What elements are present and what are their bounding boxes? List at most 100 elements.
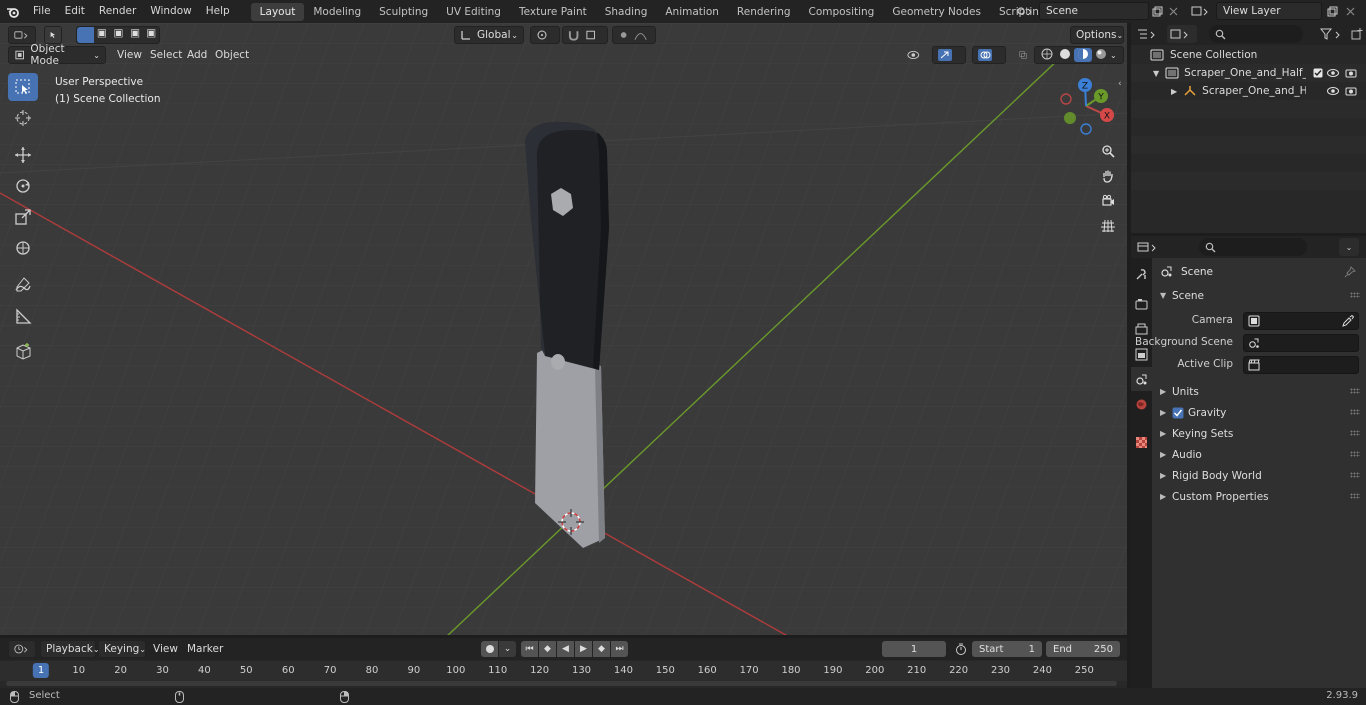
view-layer-field[interactable]: View Layer [1216, 2, 1322, 20]
prev-keyframe-button[interactable]: ◆ [539, 641, 556, 657]
new-collection-icon[interactable] [1351, 26, 1365, 42]
start-frame-field[interactable]: Start 1 [972, 641, 1042, 657]
jump-end-button[interactable]: ⏭ [611, 641, 628, 657]
gravity-checkbox[interactable] [1172, 407, 1184, 419]
select-box-tool[interactable] [8, 73, 38, 101]
select-intersect-icon[interactable]: ▣ [143, 27, 159, 43]
panel-gravity-header[interactable]: ▶ Gravity [1152, 402, 1366, 423]
scene-browse-icon[interactable] [1013, 2, 1037, 20]
panel-audio-header[interactable]: ▶ Audio [1152, 444, 1366, 465]
area-divider[interactable] [1127, 638, 1131, 688]
next-keyframe-button[interactable]: ◆ [593, 641, 610, 657]
pan-view-button[interactable] [1097, 165, 1119, 187]
wireframe-shading-icon[interactable] [1038, 48, 1056, 62]
menu-edit[interactable]: Edit [58, 0, 92, 23]
jump-start-button[interactable]: ⏮ [521, 641, 538, 657]
outliner-row-collection[interactable]: ▼ Scraper_One_and_Half_Inch_L [1131, 64, 1366, 82]
texture-tab[interactable] [1131, 430, 1152, 454]
select-subtract-icon[interactable]: ▣ [110, 27, 127, 43]
drag-handle-icon[interactable] [1350, 451, 1360, 457]
scraper-object[interactable] [515, 118, 625, 548]
blender-logo-icon[interactable] [0, 0, 26, 23]
menu-file[interactable]: File [26, 0, 58, 23]
panel-scene-header[interactable]: ▼ Scene [1152, 285, 1366, 306]
xray-toggle[interactable] [1014, 46, 1032, 64]
timeline-scrollbar[interactable] [6, 681, 1117, 686]
editor-type-button[interactable] [8, 26, 36, 44]
outliner-row-object[interactable]: ▶ Scraper_One_and_Half_Ir [1131, 82, 1366, 100]
auto-keying-options[interactable]: ⌄ [499, 641, 516, 657]
panel-units-header[interactable]: ▶ Units [1152, 381, 1366, 402]
play-reverse-button[interactable]: ◀ [557, 641, 574, 657]
cursor-tool[interactable] [8, 104, 38, 132]
select-extend-icon[interactable]: ▣ [94, 27, 111, 43]
outliner-filter-button[interactable] [1319, 25, 1349, 43]
zoom-view-button[interactable] [1097, 140, 1119, 162]
drag-handle-icon[interactable] [1350, 388, 1360, 394]
keying-menu[interactable]: Keying ⌄ [98, 640, 146, 658]
scene-close-icon[interactable] [1165, 2, 1181, 20]
annotate-tool[interactable] [8, 271, 38, 299]
viewport-menu-object[interactable]: Object [210, 46, 254, 64]
add-cube-tool[interactable] [8, 337, 38, 365]
3d-cursor-icon[interactable] [558, 509, 584, 535]
eyedropper-icon[interactable] [1342, 315, 1354, 327]
scene-name-field[interactable]: Scene [1039, 2, 1149, 20]
drag-handle-icon[interactable] [1350, 430, 1360, 436]
timeline-menu-marker[interactable]: Marker [182, 640, 228, 658]
transform-orientation-dropdown[interactable]: Global ⌄ [454, 26, 524, 44]
background-scene-field[interactable] [1243, 334, 1359, 352]
preview-range-toggle[interactable] [952, 641, 970, 657]
record-button[interactable] [481, 641, 498, 657]
ortho-toggle-button[interactable] [1097, 215, 1119, 237]
timeline-editor-type-button[interactable] [8, 640, 36, 658]
tab-compositing[interactable]: Compositing [800, 3, 884, 21]
tab-uv-editing[interactable]: UV Editing [437, 3, 510, 21]
snap-toggle[interactable] [562, 26, 608, 44]
tab-animation[interactable]: Animation [656, 3, 728, 21]
drag-handle-icon[interactable] [1350, 292, 1360, 298]
render-tab[interactable] [1131, 292, 1152, 316]
tab-texture-paint[interactable]: Texture Paint [510, 3, 596, 21]
camera-render-icon[interactable] [1345, 86, 1357, 96]
world-tab[interactable] [1131, 392, 1152, 416]
chevron-down-icon[interactable]: ⌄ [1339, 238, 1359, 256]
tab-rendering[interactable]: Rendering [728, 3, 800, 21]
properties-search-input[interactable] [1199, 238, 1307, 256]
active-clip-field[interactable] [1243, 356, 1359, 374]
camera-render-icon[interactable] [1345, 68, 1357, 78]
outliner-row-scene-collection[interactable]: Scene Collection [1131, 46, 1366, 64]
panel-custom-properties-header[interactable]: ▶ Custom Properties [1152, 486, 1366, 507]
drag-handle-icon[interactable] [1350, 472, 1360, 478]
eye-icon[interactable] [1327, 68, 1339, 78]
object-mode-dropdown[interactable]: Object Mode ⌄ [8, 43, 106, 67]
solid-shading-icon[interactable] [1056, 48, 1074, 62]
move-tool[interactable] [8, 141, 38, 169]
timeline-menu-view[interactable]: View [148, 640, 183, 658]
tweak-tool-button[interactable] [44, 26, 62, 44]
view-layer-close-icon[interactable] [1342, 2, 1358, 20]
proportional-edit-toggle[interactable] [612, 26, 656, 44]
tab-layout[interactable]: Layout [250, 2, 305, 21]
material-shading-icon[interactable] [1074, 48, 1092, 62]
playback-menu[interactable]: Playback ⌄ [40, 640, 100, 658]
visibility-dropdown[interactable] [902, 46, 930, 64]
view-layer-copy-icon[interactable] [1324, 2, 1340, 20]
measure-tool[interactable] [8, 302, 38, 330]
drag-handle-icon[interactable] [1350, 409, 1360, 415]
tab-sculpting[interactable]: Sculpting [370, 3, 437, 21]
panel-rigid-body-world-header[interactable]: ▶ Rigid Body World [1152, 465, 1366, 486]
current-frame-marker[interactable]: 1 [32, 663, 50, 678]
select-mode-buttons[interactable]: ▣ ▣ ▣ ▣ [76, 26, 160, 44]
frame-ruler[interactable]: 1 10 20 30 40 50 60 70 80 90 100 110 120 130 140 150 160… [0, 661, 1127, 681]
tab-shading[interactable]: Shading [596, 3, 657, 21]
end-frame-field[interactable]: End 250 [1046, 641, 1120, 657]
viewport-menu-view[interactable]: View [112, 46, 147, 64]
current-frame-field[interactable]: 1 [882, 641, 946, 657]
camera-field[interactable] [1243, 312, 1359, 330]
options-dropdown[interactable]: Options ⌄ [1070, 26, 1124, 44]
select-invert-icon[interactable]: ▣ [127, 27, 144, 43]
outliner-editor-type-button[interactable] [1137, 25, 1163, 43]
pivot-point-dropdown[interactable] [530, 26, 560, 44]
drag-handle-icon[interactable] [1350, 493, 1360, 499]
